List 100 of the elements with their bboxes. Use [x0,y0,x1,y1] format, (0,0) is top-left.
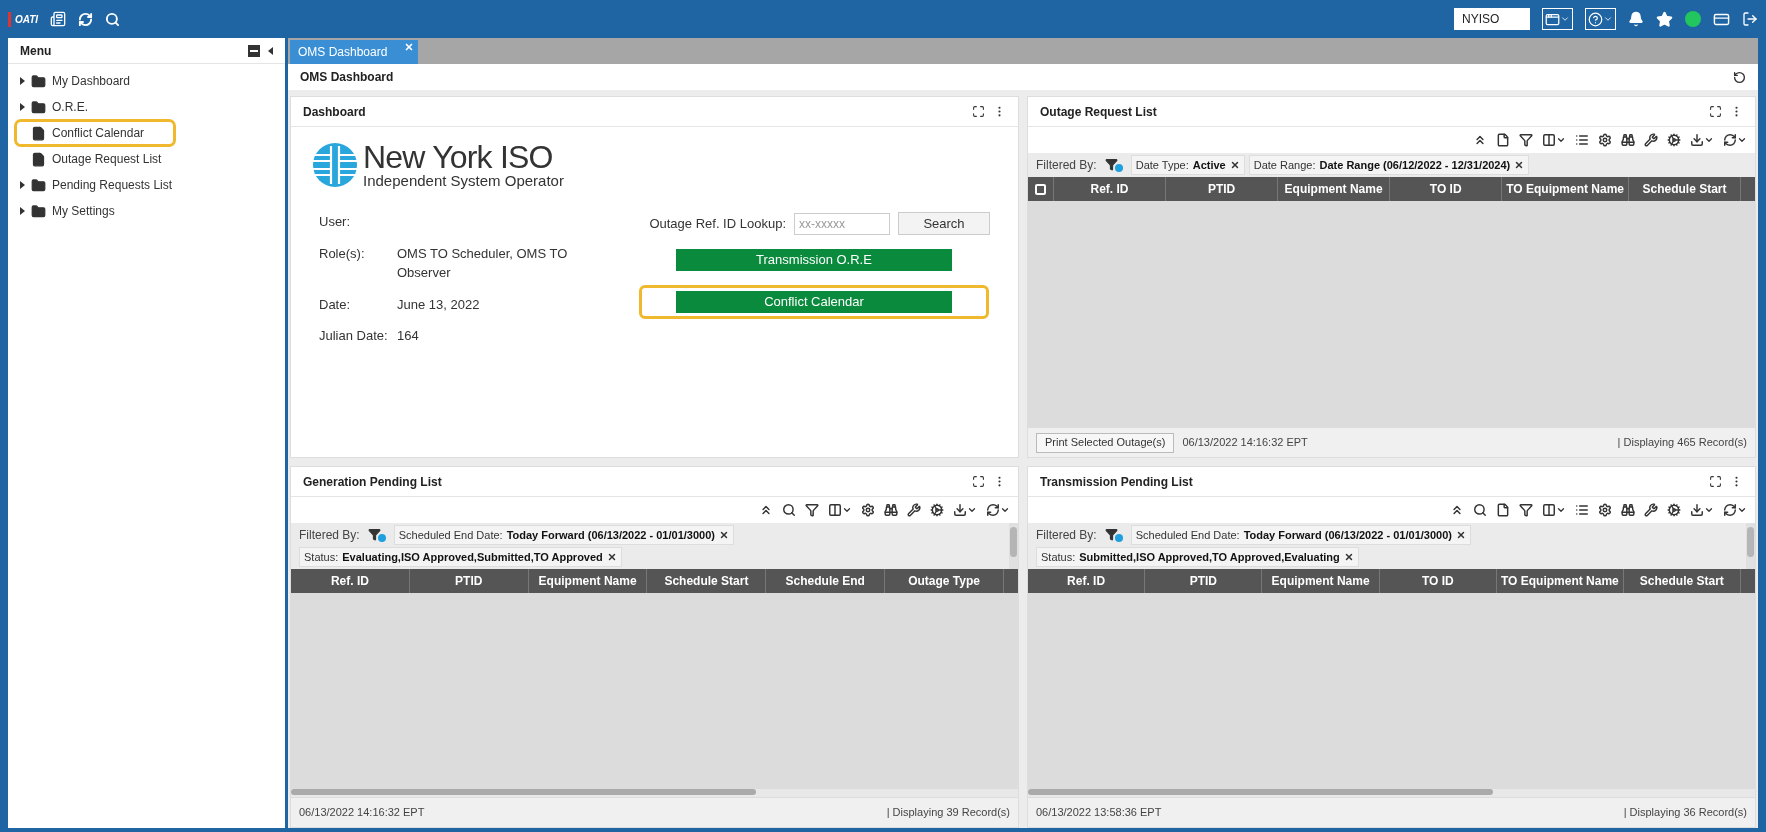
menu-item[interactable]: My Dashboard [20,70,176,92]
filter-icon[interactable] [805,503,819,517]
star-icon[interactable] [1656,10,1673,28]
expand-icon[interactable] [20,207,25,215]
folder-icon [31,99,46,115]
logout-icon[interactable] [1742,11,1758,27]
caret-icon [1560,14,1570,24]
menu-item[interactable]: Conflict Calendar [17,122,173,144]
binoculars-icon[interactable] [1621,133,1635,147]
remove-icon[interactable] [1514,160,1525,170]
wrench-icon[interactable] [907,503,921,517]
maximize-icon[interactable] [972,475,985,488]
remove-icon[interactable] [1229,160,1240,170]
remove-icon[interactable] [1455,530,1466,540]
cogs-icon[interactable] [1667,133,1681,147]
filter-chip: Scheduled End Date: Today Forward (06/13/2022 - 01/01/3000) [1130,525,1471,545]
document-icon[interactable] [1496,133,1510,147]
scrollbar[interactable] [1028,789,1755,797]
download-icon[interactable] [1690,503,1714,517]
maximize-icon[interactable] [1709,105,1722,118]
help-menu-button[interactable] [1585,8,1616,30]
window-menu-button[interactable] [1542,8,1573,30]
info-value: OMS TO Scheduler, OMS TO Observer [397,244,569,282]
search-icon[interactable] [782,503,796,517]
close-icon[interactable] [404,42,414,52]
collapse-all-icon[interactable] [248,44,260,57]
columns-icon[interactable] [828,503,852,517]
remove-icon[interactable] [718,530,729,540]
filter-chip: Status: Submitted,ISO Approved,TO Approved,Evaluating [1036,547,1359,567]
collapse-icon[interactable] [759,503,773,517]
folder-icon [31,73,46,89]
columns-icon[interactable] [1542,503,1566,517]
info-label: Role(s): [319,244,366,263]
refresh-icon[interactable] [1723,133,1747,147]
list-icon[interactable] [1575,133,1589,147]
document-icon[interactable] [1496,503,1510,517]
document-icon [31,125,46,141]
list-icon[interactable] [1575,503,1589,517]
binoculars-icon[interactable] [884,503,898,517]
select-all-checkbox[interactable] [1035,183,1046,195]
expand-icon[interactable] [20,181,25,189]
entity-field[interactable]: NYISO [1454,8,1530,30]
columns-icon[interactable] [1542,133,1566,147]
filter-icon[interactable] [1519,503,1533,517]
info-label: Julian Date: [319,327,389,345]
search-icon[interactable] [105,11,121,27]
bell-icon[interactable] [1628,11,1644,27]
clear-filter-icon[interactable] [1104,528,1123,542]
remove-icon[interactable] [1343,552,1354,562]
download-icon[interactable] [953,503,977,517]
action-button[interactable]: Transmission O.R.E [676,249,952,271]
action-button[interactable]: Conflict Calendar [676,291,952,313]
record-count: | Displaying 39 Record(s) [886,805,1010,821]
hide-sidebar-icon[interactable] [268,46,273,55]
download-icon[interactable] [1690,133,1714,147]
help-icon [1588,11,1603,27]
page-title: OMS Dashboard [300,69,394,86]
folder-icon [31,177,46,193]
reset-icon[interactable] [1733,70,1746,84]
filter-icon[interactable] [1519,133,1533,147]
filter-chip: Scheduled End Date: Today Forward (06/13/2022 - 01/01/3000) [393,525,734,545]
filter-chip: Date Range: Date Range (06/12/2022 - 12/31/2024) [1248,155,1530,175]
maximize-icon[interactable] [1709,475,1722,488]
cogs-icon[interactable] [930,503,944,517]
menu-item[interactable]: Outage Request List [20,148,176,170]
refresh-icon[interactable] [78,11,94,27]
scrollbar[interactable] [291,789,1018,797]
settings-icon[interactable] [1598,503,1612,517]
remove-icon[interactable] [606,552,617,562]
menu-item[interactable]: Pending Requests List [20,174,176,196]
expand-icon[interactable] [20,103,25,111]
menu-item[interactable]: O.R.E. [20,96,176,118]
menu-item[interactable]: My Settings [20,200,176,222]
news-icon[interactable] [50,11,67,27]
refresh-icon[interactable] [1723,503,1747,517]
search-icon[interactable] [1473,503,1487,517]
info-label: Date: [319,295,352,314]
lookup-field[interactable]: xx-xxxxx [794,212,890,235]
collapse-icon[interactable] [1473,133,1487,147]
wrench-icon[interactable] [1644,503,1658,517]
print-button[interactable]: Print Selected Outage(s) [1036,432,1175,453]
collapse-icon[interactable] [1450,503,1464,517]
settings-icon[interactable] [1598,133,1612,147]
panel-title: Generation Pending List [303,473,442,491]
expand-icon[interactable] [20,77,25,85]
wrench-icon[interactable] [1644,133,1658,147]
clear-filter-icon[interactable] [367,528,386,542]
app-logo[interactable]: OATI [8,11,39,27]
binoculars-icon[interactable] [1621,503,1635,517]
search-button[interactable]: Search [898,212,990,235]
scrollbar[interactable] [1746,523,1755,569]
info-value: 164 [397,327,420,345]
maximize-icon[interactable] [972,105,985,118]
scrollbar[interactable] [1009,523,1018,569]
settings-icon[interactable] [861,503,875,517]
record-count: | Displaying 465 Record(s) [1617,435,1747,451]
refresh-icon[interactable] [986,503,1010,517]
window-icon [1545,11,1560,27]
cogs-icon[interactable] [1667,503,1681,517]
clear-filter-icon[interactable] [1104,158,1123,172]
